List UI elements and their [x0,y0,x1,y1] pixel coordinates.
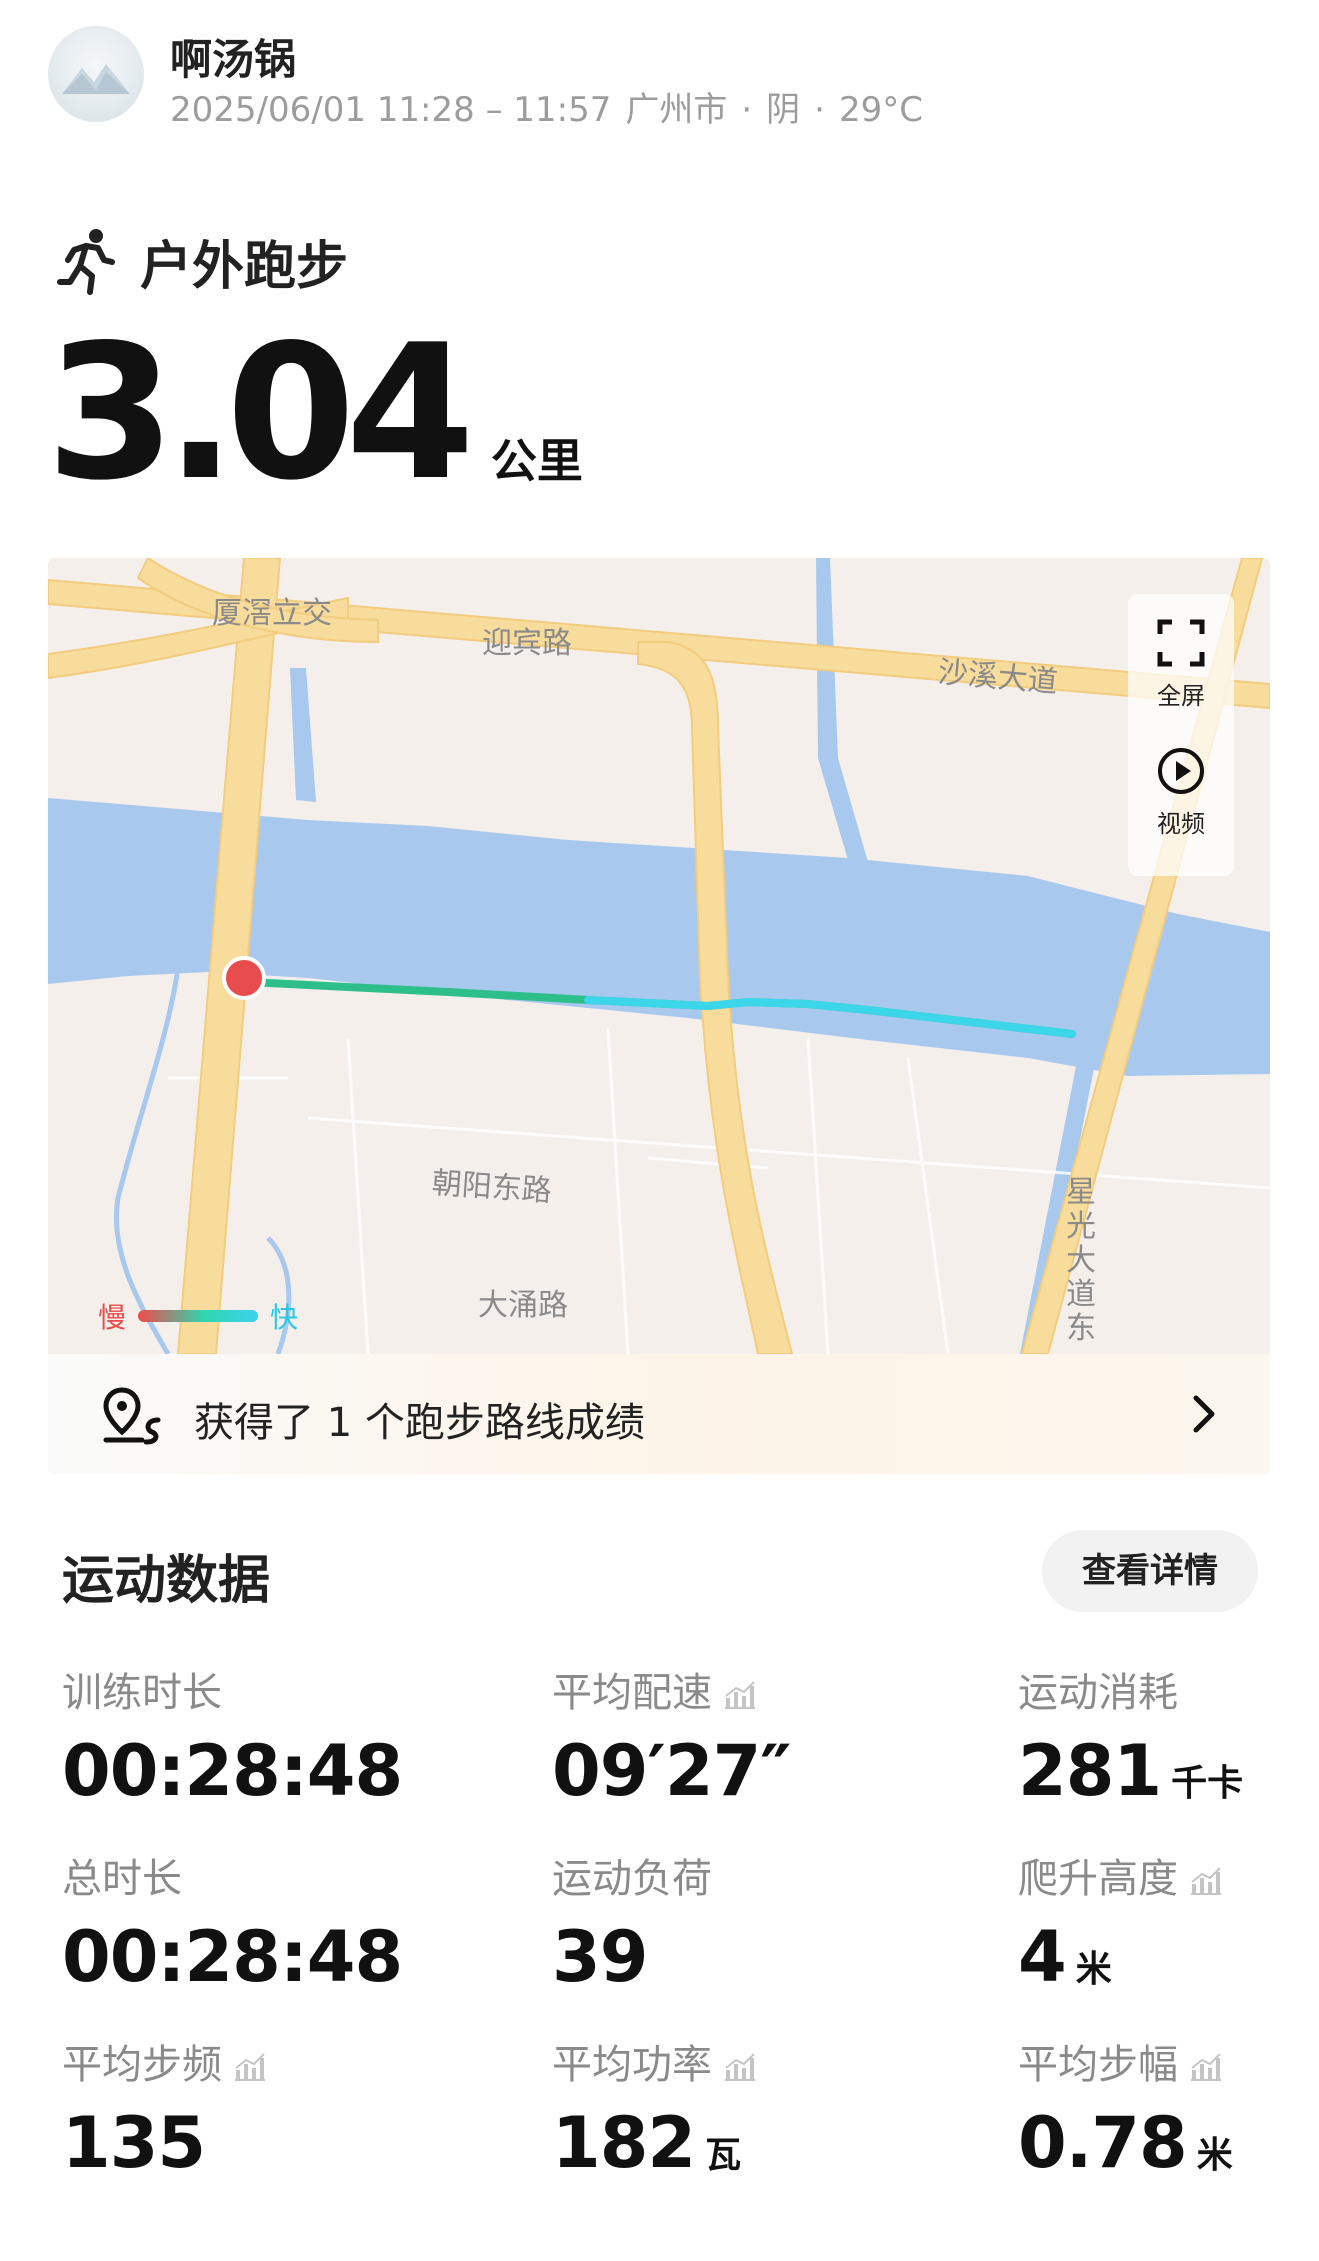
stat-value-row: 182 瓦 [552,2102,758,2184]
map-label-interchange: 厦滘立交 [212,596,332,631]
stat-label-text: 平均功率 [552,2042,712,2088]
stat-item[interactable]: 平均配速 09′27″ [552,1660,792,1812]
map-label-dayong-road: 大涌路 [478,1288,568,1323]
stat-value: 182 [552,2102,696,2184]
achievement-text: 获得了 1 个跑步路线成绩 [194,1400,645,1446]
fullscreen-label: 全屏 [1157,682,1205,710]
chevron-right-icon [1193,1395,1215,1433]
activity-type-label: 户外跑步 [140,236,349,297]
stat-label-text: 运动负荷 [552,1856,712,1902]
separator: · [814,90,825,130]
legend-slow-label: 慢 [98,1301,127,1334]
activity-temperature: 29°C [838,90,923,130]
stat-value: 39 [552,1916,648,1998]
stat-value-row: 00:28:48 [62,1916,403,1998]
route-pin-icon [103,1387,161,1445]
stat-unit: 米 [1075,1949,1112,1990]
fullscreen-icon [1157,619,1205,667]
stat-item[interactable]: 平均步幅 0.78 米 [1018,2032,1233,2184]
running-icon [57,229,115,295]
stat-label: 平均步频 [62,2032,268,2090]
activity-datetime: 2025/06/01 11:28 – 11:57 [170,90,612,130]
stat-value-row: 0.78 米 [1018,2102,1233,2184]
stat-item: 运动负荷 39 [552,1846,712,1998]
view-details-button[interactable]: 查看详情 [1042,1530,1258,1612]
legend-gradient-bar [138,1310,259,1322]
map-label-yingbin-road: 迎宾路 [482,626,572,661]
stat-value: 00:28:48 [62,1730,403,1812]
distance-value: 3.04 [46,304,475,521]
distance: 3.04 公里 [46,320,583,506]
stat-label: 平均功率 [552,2032,758,2090]
stat-item[interactable]: 平均步频 135 [62,2032,268,2184]
stat-label-text: 平均配速 [552,1670,712,1716]
stat-value: 0.78 [1018,2102,1188,2184]
trend-chart-icon[interactable] [722,1674,758,1709]
stat-item[interactable]: 爬升高度 4 米 [1018,1846,1224,1998]
mountain-icon [62,64,130,94]
stat-label: 平均配速 [552,1660,791,1718]
stat-value-row: 39 [552,1916,712,1998]
stat-label-text: 平均步幅 [1018,2042,1178,2088]
stat-label: 运动负荷 [552,1846,712,1904]
stat-label: 运动消耗 [1018,1660,1243,1718]
stat-value: 00:28:48 [62,1916,403,1998]
legend-fast-label: 快 [270,1301,299,1334]
avatar[interactable] [48,26,144,122]
user-name[interactable]: 啊汤锅 [170,26,296,87]
achievement-banner[interactable]: 获得了 1 个跑步路线成绩 [48,1354,1270,1474]
play-circle-icon [1158,748,1204,794]
stat-item: 总时长 00:28:48 [62,1846,403,1998]
stat-label: 爬升高度 [1018,1846,1224,1904]
stat-item: 训练时长 00:28:48 [62,1660,403,1812]
trend-chart-icon[interactable] [232,2046,268,2081]
stat-label: 总时长 [62,1846,402,1904]
stat-value: 4 [1018,1916,1067,1998]
stat-label-text: 总时长 [62,1856,182,1902]
stat-unit: 瓦 [705,2135,742,2176]
distance-unit: 公里 [490,434,583,488]
stat-label: 平均步幅 [1018,2032,1233,2090]
stat-value-row: 09′27″ [552,1730,792,1812]
route-map[interactable]: 厦滘立交 迎宾路 沙溪大道 朝阳东路 大涌路 星光大道东 全屏 视频 慢 快 [48,558,1270,1354]
trend-chart-icon[interactable] [1188,1860,1224,1895]
stat-label-text: 爬升高度 [1018,1856,1178,1902]
post-header: 啊汤锅 2025/06/01 11:28 – 11:57 广州市 · 阴 · 29°C [48,26,1268,130]
stat-item: 运动消耗 281 千卡 [1018,1660,1243,1812]
stat-item[interactable]: 平均功率 182 瓦 [552,2032,758,2184]
activity-weather: 阴 [766,90,801,130]
map-label-chaoyang-east-road: 朝阳东路 [430,1165,553,1210]
stat-label-text: 训练时长 [62,1670,222,1716]
trend-chart-icon[interactable] [1188,2046,1224,2081]
stat-value-row: 00:28:48 [62,1730,403,1812]
map-label-xingguang-road: 星光大道东 [1066,1175,1096,1346]
trend-chart-icon[interactable] [722,2046,758,2081]
activity-type: 户外跑步 [56,226,349,297]
separator: · [741,90,753,130]
fullscreen-button[interactable]: 全屏 [1128,594,1234,714]
activity-city: 广州市 [625,90,728,130]
stat-value-row: 4米 [1018,1916,1224,1998]
stat-label: 训练时长 [62,1660,402,1718]
video-label: 视频 [1157,810,1205,838]
stat-value-row: 135 [62,2102,268,2184]
stat-unit: 千卡 [1171,1763,1244,1804]
stat-unit: 米 [1196,2135,1233,2176]
stat-label-text: 运动消耗 [1018,1670,1178,1716]
sports-data-title: 运动数据 [62,1551,271,1611]
pace-legend: 慢 快 [98,1296,298,1336]
activity-meta: 2025/06/01 11:28 – 11:57 广州市 · 阴 · 29°C [170,82,937,131]
stat-label-text: 平均步频 [62,2042,222,2088]
map-controls: 全屏 视频 [1128,594,1234,876]
stat-value: 281 [1018,1730,1162,1812]
video-button[interactable]: 视频 [1128,722,1234,842]
stat-value-row: 281 千卡 [1018,1730,1243,1812]
stat-value: 09′27″ [552,1730,792,1812]
stat-value: 135 [62,2102,206,2184]
